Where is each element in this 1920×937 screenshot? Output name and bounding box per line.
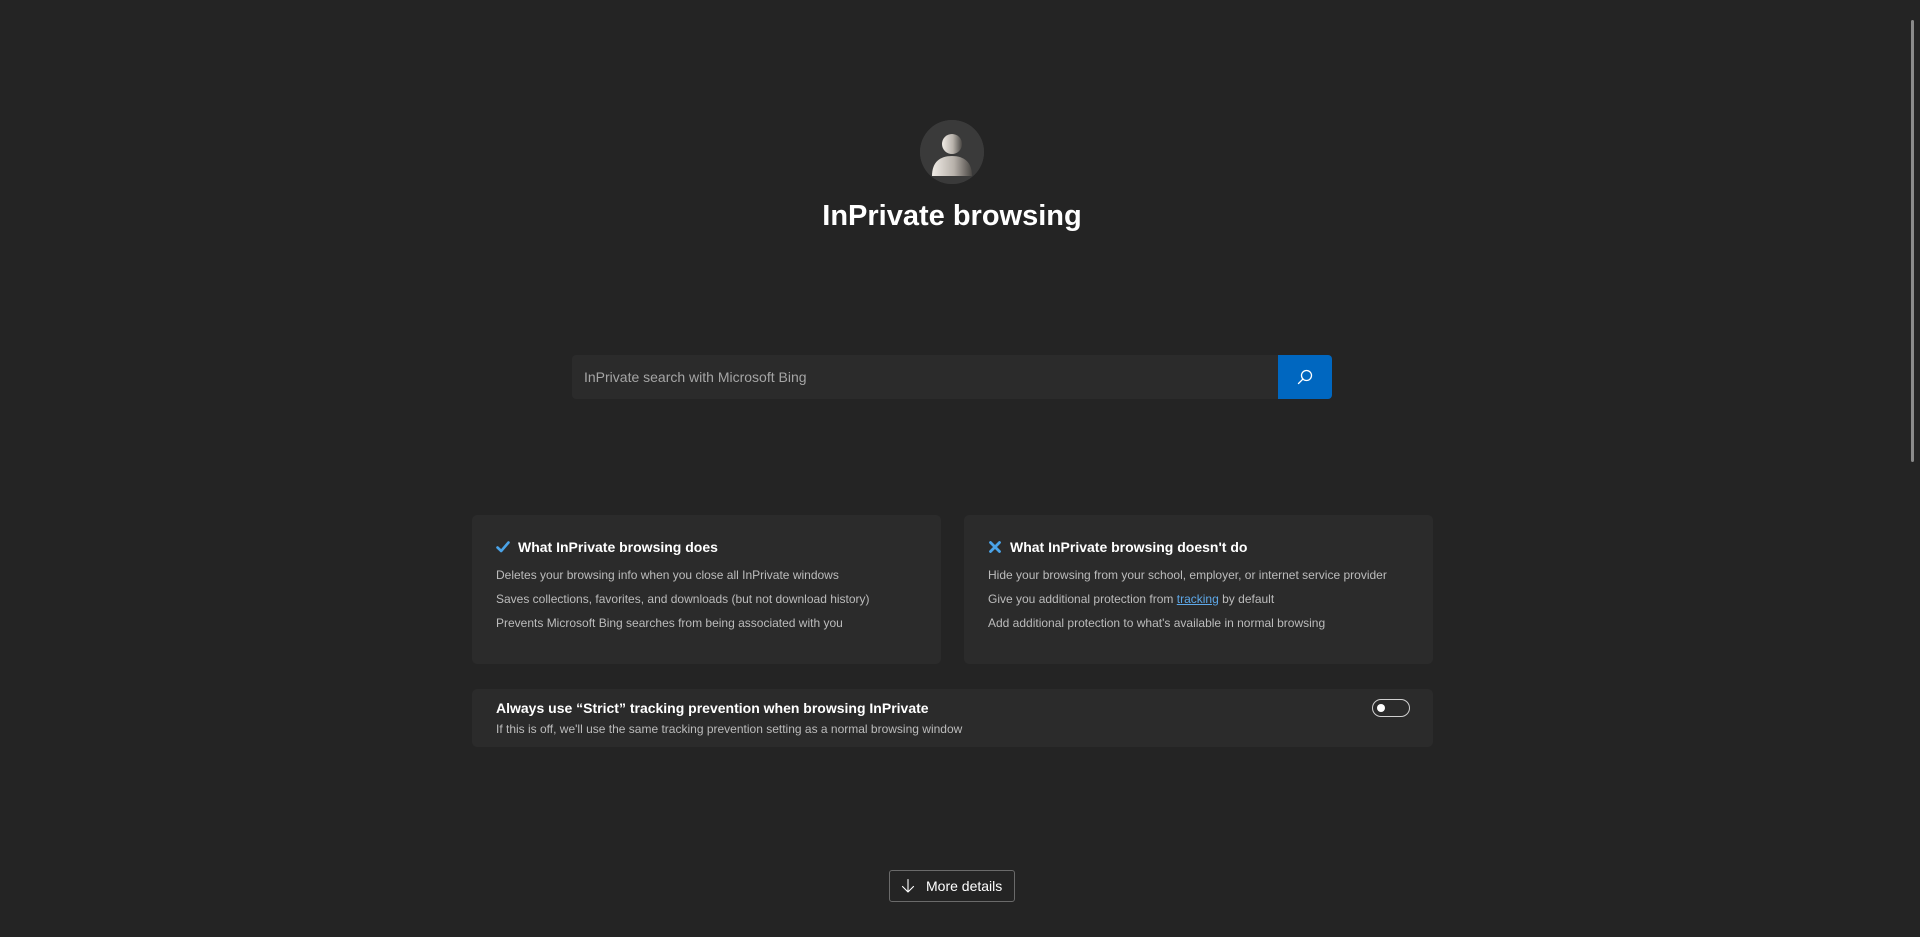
more-details-label: More details (926, 878, 1003, 894)
protection-prefix: Give you additional protection from (988, 592, 1177, 606)
doesnt-heading-text: What InPrivate browsing doesn't do (1010, 539, 1248, 555)
list-item: Hide your browsing from your school, emp… (988, 568, 1387, 582)
list-item: Deletes your browsing info when you clos… (496, 568, 839, 582)
arrow-down-icon (900, 878, 916, 894)
list-item: Give you additional protection from trac… (988, 591, 1409, 607)
strict-tracking-title: Always use “Strict” tracking prevention … (496, 700, 929, 716)
what-inprivate-does-card: What InPrivate browsing does Deletes you… (472, 515, 941, 664)
vertical-scrollbar[interactable] (1904, 0, 1920, 937)
list-item: Add additional protection to what's avai… (988, 616, 1326, 630)
protection-suffix: by default (1218, 592, 1275, 606)
checkmark-icon (496, 540, 510, 554)
tracking-link[interactable]: tracking (1177, 592, 1219, 606)
inprivate-avatar-icon (920, 120, 984, 184)
card-heading: What InPrivate browsing does (496, 539, 917, 555)
search-box (572, 355, 1332, 399)
list-item: Saves collections, favorites, and downlo… (496, 592, 870, 606)
page-title: InPrivate browsing (822, 200, 1082, 232)
scrollbar-thumb[interactable] (1911, 20, 1914, 462)
search-input[interactable] (572, 355, 1278, 399)
more-details-button[interactable]: More details (889, 870, 1015, 902)
cross-icon (988, 540, 1002, 554)
strict-tracking-toggle[interactable] (1372, 699, 1410, 717)
toggle-knob (1377, 704, 1385, 712)
card-heading: What InPrivate browsing doesn't do (988, 539, 1409, 555)
inprivate-new-tab-page: InPrivate browsing What InPrivate browsi… (0, 0, 1920, 937)
search-button[interactable] (1278, 355, 1332, 399)
what-inprivate-doesnt-do-card: What InPrivate browsing doesn't do Hide … (964, 515, 1433, 664)
search-icon (1297, 369, 1313, 385)
does-heading-text: What InPrivate browsing does (518, 539, 718, 555)
strict-tracking-description: If this is off, we'll use the same track… (496, 722, 963, 736)
strict-tracking-panel: Always use “Strict” tracking prevention … (472, 689, 1433, 747)
list-item: Prevents Microsoft Bing searches from be… (496, 616, 843, 630)
